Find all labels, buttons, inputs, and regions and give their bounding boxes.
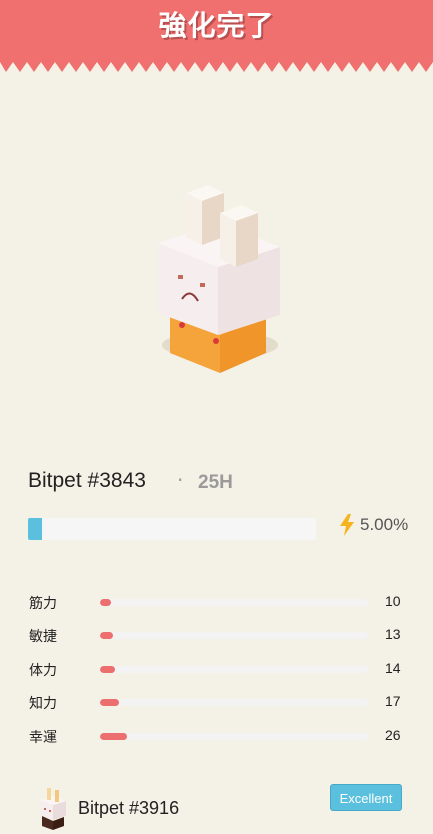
stat-bar (100, 599, 368, 606)
footer-pet-thumbnail (40, 788, 66, 830)
result-header: 強化完了 (0, 0, 433, 75)
pet-image (158, 185, 280, 373)
stat-bar-fill (100, 699, 119, 706)
stat-row-intelligence: 知力 17 (0, 690, 433, 714)
pet-level: 25H (198, 472, 233, 493)
lightning-icon (340, 514, 354, 536)
stat-bar-fill (100, 666, 115, 673)
stat-value: 26 (385, 727, 401, 743)
separator-dot: · (177, 468, 184, 492)
energy-bar-fill (28, 518, 43, 540)
stat-label: 幸運 (29, 730, 57, 746)
stat-row-stamina: 体力 14 (0, 657, 433, 681)
stat-row-agility: 敏捷 13 (0, 623, 433, 647)
stat-value: 14 (385, 660, 401, 676)
stat-bar (100, 733, 368, 740)
stat-label: 体力 (29, 663, 57, 679)
stat-row-strength: 筋力 10 (0, 590, 433, 614)
footer-pet-name: Bitpet #3916 (78, 798, 180, 818)
stat-value: 10 (385, 593, 401, 609)
stat-row-luck: 幸運 26 (0, 724, 433, 748)
energy-percent: 5.00% (360, 515, 409, 534)
stat-bar-fill (100, 733, 127, 740)
rating-badge[interactable]: Excellent (330, 784, 402, 811)
stat-label: 敏捷 (29, 629, 57, 645)
stat-bar-fill (100, 599, 111, 606)
stat-value: 13 (385, 626, 401, 642)
stat-bar (100, 632, 368, 639)
stat-bar (100, 666, 368, 673)
stat-value: 17 (385, 693, 401, 709)
stat-label: 筋力 (29, 596, 57, 612)
pet-name: Bitpet #3843 (28, 469, 146, 492)
stat-bar (100, 699, 368, 706)
energy-bar (28, 518, 316, 540)
stat-label: 知力 (29, 696, 57, 712)
header-title: 強化完了 (158, 9, 275, 42)
stat-bar-fill (100, 632, 114, 639)
